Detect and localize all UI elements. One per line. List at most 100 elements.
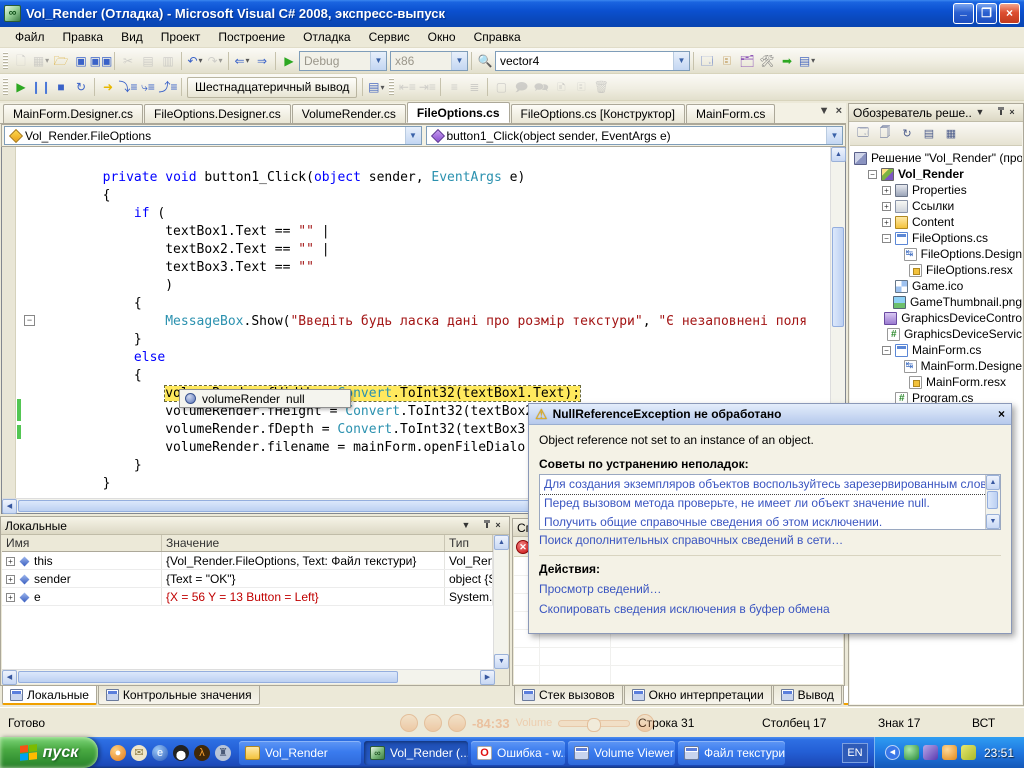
navigate-forward-icon[interactable]: ⇒	[253, 52, 271, 70]
window-list-icon[interactable]: ▤	[798, 52, 816, 70]
tree-expander-icon[interactable]: +	[882, 202, 891, 211]
properties-icon[interactable]: 🗔	[853, 124, 873, 143]
doc-tab[interactable]: MainForm.Designer.cs	[3, 104, 143, 123]
start-page-icon[interactable]: ➡	[778, 52, 796, 70]
locals-tab[interactable]: Контрольные значения	[98, 686, 260, 705]
tree-item[interactable]: +Properties	[850, 182, 1022, 198]
tree-item[interactable]: +Ссылки	[850, 198, 1022, 214]
messenger-icon[interactable]: e	[152, 745, 168, 761]
expand-icon[interactable]: +	[6, 593, 15, 602]
locals-row[interactable]: +e{X = 56 Y = 13 Button = Left}System.E	[2, 588, 493, 606]
castle-icon[interactable]: ♜	[215, 745, 231, 761]
exception-dialog-close-icon[interactable]: ×	[998, 407, 1005, 421]
add-item-icon[interactable]: ▦	[32, 52, 50, 70]
tray-icon-4[interactable]	[961, 745, 976, 760]
find-icon[interactable]: 🔍	[476, 52, 494, 70]
doc-tab[interactable]: FileOptions.Designer.cs	[144, 104, 291, 123]
debug-config-combo[interactable]: Debug▼	[299, 51, 387, 71]
new-project-icon[interactable]: 🗋	[12, 52, 30, 70]
paste-icon[interactable]: ▥	[159, 52, 177, 70]
bookmark-toggle-icon[interactable]: ▢	[492, 78, 510, 96]
bookmark-next-doc-icon[interactable]: 🗉	[572, 78, 590, 96]
tray-icon-3[interactable]	[942, 745, 957, 760]
penguin-icon[interactable]	[173, 745, 189, 761]
view-code-icon[interactable]: ▤	[919, 124, 939, 143]
bookmark-clear-icon[interactable]: 🗑	[592, 78, 610, 96]
step-over-icon[interactable]: ⤷≡	[139, 78, 157, 96]
task-button[interactable]: ∞Vol_Render (...	[364, 741, 468, 765]
save-all-icon[interactable]: ▣▣	[92, 52, 110, 70]
doc-tab[interactable]: MainForm.cs	[686, 104, 775, 123]
solution-explorer-title-bar[interactable]: Обозреватель реше... ▼ ×	[849, 104, 1023, 122]
tree-item[interactable]: FileOptions.resx	[850, 262, 1022, 278]
toolbar-grip[interactable]	[3, 52, 8, 70]
step-into-icon[interactable]: ⤵≡	[119, 78, 137, 96]
locals-row[interactable]: +sender{Text = "OK"}object {S	[2, 570, 493, 588]
refresh-icon[interactable]: ↻	[897, 124, 917, 143]
tips-listbox[interactable]: Для создания экземпляров объектов воспол…	[539, 474, 1001, 530]
minimize-button[interactable]: _	[953, 3, 974, 24]
window-menu-icon[interactable]: ▼	[973, 106, 987, 120]
title-bar[interactable]: ∞ Vol_Render (Отладка) - Microsoft Visua…	[0, 0, 1024, 27]
doc-tab[interactable]: FileOptions.cs [Конструктор]	[511, 104, 685, 123]
toolbar-grip[interactable]	[389, 78, 394, 96]
hex-display-button[interactable]: Шестнадцатеричный вывод	[187, 77, 357, 98]
close-document-icon[interactable]: ×	[836, 105, 842, 117]
menu-item-5[interactable]: Построение	[209, 28, 294, 46]
toolbox-icon[interactable]: 🛠	[758, 52, 776, 70]
doc-tab[interactable]: FileOptions.cs	[407, 102, 510, 123]
uncomment-icon[interactable]: ≣	[465, 78, 483, 96]
view-designer-icon[interactable]: ▦	[941, 124, 961, 143]
pause-icon[interactable]: ❙❙	[32, 78, 50, 96]
tree-item[interactable]: −FileOptions.cs	[850, 230, 1022, 246]
tree-expander-icon[interactable]: +	[882, 186, 891, 195]
tree-item[interactable]: −Vol_Render	[850, 166, 1022, 182]
undo-icon[interactable]: ↶	[186, 52, 204, 70]
half-life-icon[interactable]: λ	[194, 745, 210, 761]
tree-item[interactable]: MainForm.resx	[850, 374, 1022, 390]
start-debug-icon[interactable]: ▶	[280, 52, 298, 70]
exception-dialog[interactable]: ⚠ NullReferenceException не обработано ×…	[528, 403, 1012, 634]
close-icon[interactable]: ×	[491, 519, 505, 533]
tree-item[interactable]: MainForm.Designe	[850, 358, 1022, 374]
bottom-tab[interactable]: Стек вызовов	[514, 686, 623, 705]
start-button[interactable]: пуск	[0, 737, 98, 768]
tip-link[interactable]: Для создания экземпляров объектов воспол…	[540, 475, 1000, 494]
bookmark-prev-doc-icon[interactable]: 🗈	[552, 78, 570, 96]
pin-icon[interactable]	[989, 106, 1003, 120]
tray-icon-1[interactable]	[904, 745, 919, 760]
show-next-statement-icon[interactable]: ➜	[99, 78, 117, 96]
expand-icon[interactable]: +	[6, 557, 15, 566]
tree-item[interactable]: +Content	[850, 214, 1022, 230]
close-button[interactable]: ×	[999, 3, 1020, 24]
action-link[interactable]: Скопировать сведения исключения в буфер …	[529, 599, 1011, 619]
menu-item-1[interactable]: Файл	[6, 28, 54, 46]
tree-item[interactable]: FileOptions.Design	[850, 246, 1022, 262]
find-combo[interactable]: vector4▼	[495, 51, 690, 71]
menu-item-4[interactable]: Проект	[152, 28, 210, 46]
action-link[interactable]: Просмотр сведений…	[529, 579, 1011, 599]
task-button[interactable]: OОшибка - w...	[471, 741, 565, 765]
restart-icon[interactable]: ↻	[72, 78, 90, 96]
continue-icon[interactable]: ▶	[12, 78, 30, 96]
save-icon[interactable]: ▣	[72, 52, 90, 70]
tree-expander-icon[interactable]: +	[882, 218, 891, 227]
open-file-icon[interactable]: 🗁	[52, 52, 70, 70]
locals-row[interactable]: +this{Vol_Render.FileOptions, Text: Файл…	[2, 552, 493, 570]
tree-item[interactable]: Game.ico	[850, 278, 1022, 294]
mail-icon[interactable]: ✉	[131, 745, 147, 761]
locals-hscrollbar[interactable]: ◀ ▶	[2, 669, 495, 684]
platform-combo[interactable]: x86▼	[390, 51, 468, 71]
search-online-link[interactable]: Поиск дополнительных справочных сведений…	[529, 530, 1011, 550]
task-button[interactable]: Volume Viewer	[568, 741, 675, 765]
menu-item-6[interactable]: Отладка	[294, 28, 359, 46]
redo-icon[interactable]: ↷	[206, 52, 224, 70]
tree-item[interactable]: GraphicsDeviceContro	[850, 310, 1022, 326]
tree-item[interactable]: GraphicsDeviceServic	[850, 326, 1022, 342]
cut-icon[interactable]: ✂	[119, 52, 137, 70]
menu-item-3[interactable]: Вид	[112, 28, 152, 46]
toolbar-grip[interactable]	[3, 78, 8, 96]
locals-tab[interactable]: Локальные	[2, 686, 97, 705]
tree-expander-icon[interactable]: −	[882, 234, 891, 243]
class-combo[interactable]: Vol_Render.FileOptions▼	[4, 126, 422, 145]
